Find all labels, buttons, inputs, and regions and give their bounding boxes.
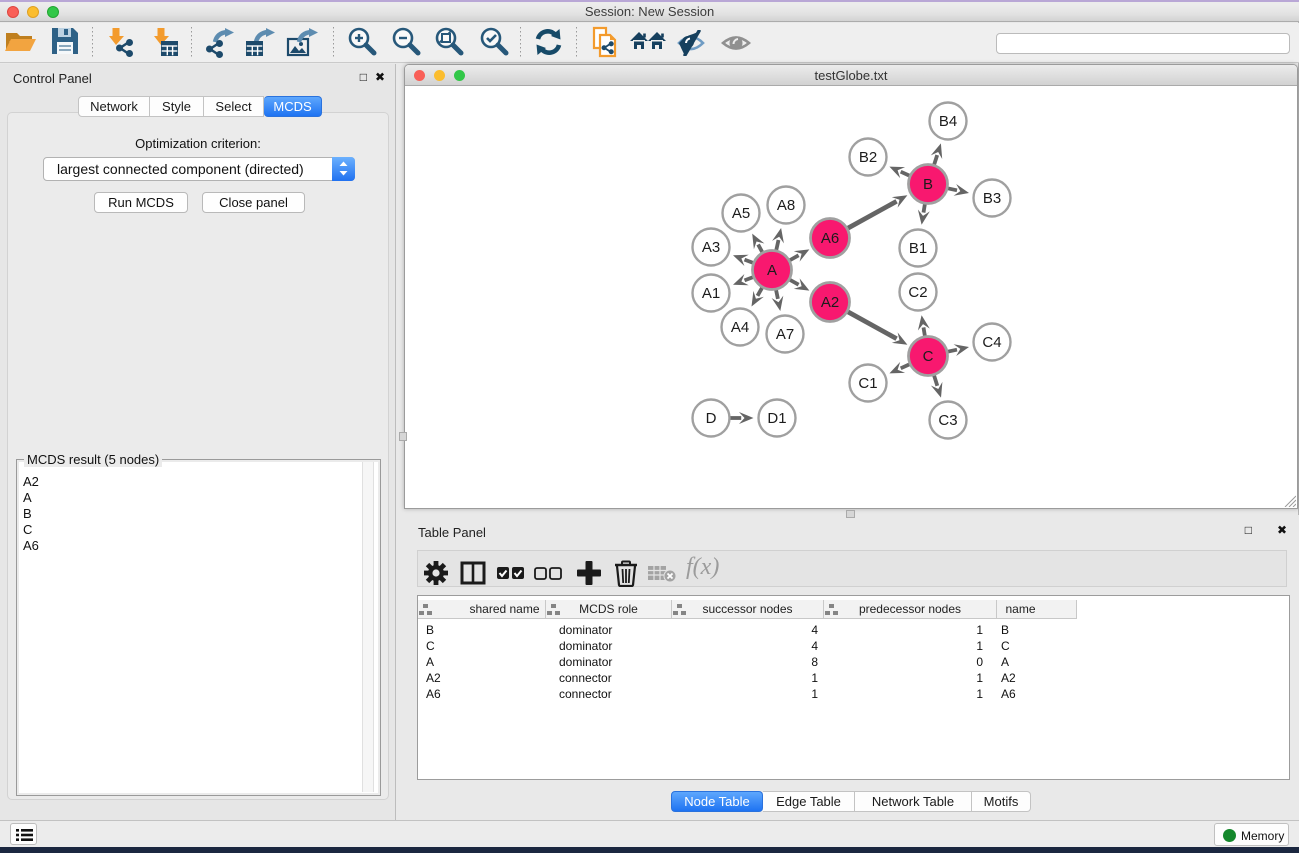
svg-text:B3: B3 (983, 190, 1001, 207)
svg-text:B4: B4 (939, 113, 957, 130)
svg-text:C: C (923, 348, 934, 365)
svg-text:A5: A5 (732, 205, 750, 222)
svg-text:C4: C4 (982, 334, 1001, 351)
svg-text:C3: C3 (938, 412, 957, 429)
svg-text:A7: A7 (776, 326, 794, 343)
svg-text:A8: A8 (777, 197, 795, 214)
svg-text:C1: C1 (858, 375, 877, 392)
svg-text:B2: B2 (859, 149, 877, 166)
svg-text:A1: A1 (702, 285, 720, 302)
svg-text:C2: C2 (908, 284, 927, 301)
svg-text:B: B (923, 176, 933, 193)
svg-text:A3: A3 (702, 239, 720, 256)
svg-text:A4: A4 (731, 319, 749, 336)
svg-text:B1: B1 (909, 240, 927, 257)
svg-text:A2: A2 (821, 294, 839, 311)
svg-text:D: D (706, 410, 717, 427)
svg-text:A: A (767, 262, 777, 279)
svg-text:D1: D1 (767, 410, 786, 427)
svg-text:A6: A6 (821, 230, 839, 247)
